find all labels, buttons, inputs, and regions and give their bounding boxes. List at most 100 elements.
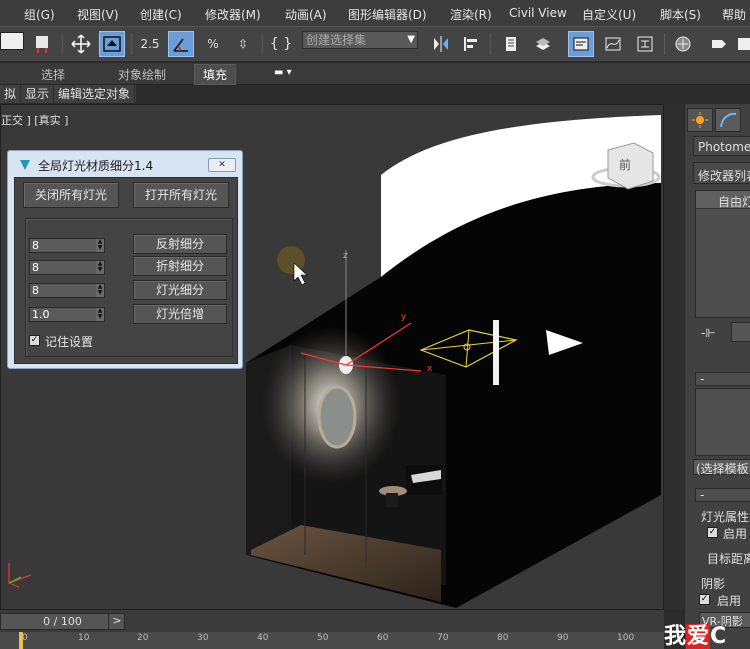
show-end-result-button[interactable] bbox=[731, 322, 750, 342]
subdivision-dialog[interactable]: 全局灯光材质细分1.4 ✕ 关闭所有灯光 打开所有灯光 8 ▲ ▼ 反射细分 8 ▲ ▼… bbox=[7, 150, 243, 369]
menu-display[interactable]: 显示 bbox=[21, 85, 55, 103]
menu-customize[interactable]: 自定义(U) bbox=[582, 6, 636, 23]
shadows-label: 阴影 bbox=[701, 577, 726, 591]
reflection-subdivs-button[interactable]: 反射细分 bbox=[133, 234, 227, 254]
modifier-list-dropdown[interactable]: 修改器列表 bbox=[698, 167, 750, 184]
remember-settings-checkbox[interactable]: ✓ bbox=[29, 335, 40, 346]
menu-group[interactable]: 组(G) bbox=[24, 6, 55, 23]
tick-label: 60 bbox=[377, 633, 389, 643]
watermark-char: 爱 bbox=[686, 624, 711, 649]
rollout-collapse[interactable]: - bbox=[700, 372, 704, 386]
menu-simulate[interactable]: 拟 bbox=[0, 85, 22, 103]
edit-named-selection-icon[interactable]: { } bbox=[268, 31, 294, 57]
template-list[interactable] bbox=[695, 388, 750, 456]
max-logo-icon bbox=[20, 160, 30, 170]
tick-label: 30 bbox=[197, 633, 209, 643]
layer-explorer-icon[interactable] bbox=[498, 31, 524, 57]
schematic-view-icon[interactable] bbox=[632, 31, 658, 57]
spinner-arrows-icon[interactable]: ▲ ▼ bbox=[96, 261, 104, 274]
next-frame-button[interactable]: > bbox=[108, 613, 125, 630]
select-link-icon[interactable] bbox=[30, 31, 56, 57]
spinner-snap-icon[interactable]: ⇳ bbox=[230, 31, 256, 57]
dialog-body: 关闭所有灯光 打开所有灯光 8 ▲ ▼ 反射细分 8 ▲ ▼ 折射细分 8 ▲ ▼ 灯光细分… bbox=[14, 177, 238, 364]
light-multiplier-button[interactable]: 灯光倍增 bbox=[133, 304, 227, 324]
light-subdivs-value: 8 bbox=[32, 284, 39, 297]
menu-edit-selected[interactable]: 编辑选定对象 bbox=[54, 85, 136, 103]
viewcube-label: 前 bbox=[619, 157, 631, 172]
selection-filter-dropdown[interactable] bbox=[0, 32, 24, 50]
ribbon-tabs: 选择 对象绘制 填充 ▬ ▾ bbox=[0, 63, 750, 85]
menu-scripting[interactable]: 脚本(S) bbox=[660, 6, 701, 23]
angle-snap-icon[interactable] bbox=[168, 31, 194, 57]
tick-label: 80 bbox=[497, 633, 509, 643]
menu-civil-view[interactable]: Civil View bbox=[509, 6, 567, 20]
rendered-frame-icon[interactable] bbox=[732, 31, 750, 57]
tick-label: 40 bbox=[257, 633, 269, 643]
scene-explorer-icon[interactable] bbox=[568, 31, 594, 57]
tick-label: 10 bbox=[78, 633, 90, 643]
template-select-dropdown[interactable]: (选择模板) bbox=[696, 460, 750, 477]
move-icon[interactable] bbox=[68, 31, 94, 57]
menu-animation[interactable]: 动画(A) bbox=[285, 6, 327, 23]
tab-populate[interactable]: 填充 bbox=[194, 64, 237, 85]
close-all-lights-button[interactable]: 关闭所有灯光 bbox=[23, 182, 119, 208]
watermark-char: C bbox=[710, 624, 727, 649]
spinner-arrows-icon[interactable]: ▲ ▼ bbox=[96, 308, 104, 321]
watermark: 我爱C bbox=[664, 618, 726, 649]
watermark-char: 我 bbox=[664, 624, 687, 649]
light-multiplier-input[interactable]: 1.0 ▲ ▼ bbox=[29, 307, 105, 322]
percent-snap-icon[interactable]: % bbox=[200, 31, 226, 57]
open-all-lights-button[interactable]: 打开所有灯光 bbox=[133, 182, 229, 208]
refraction-subdivs-button[interactable]: 折射细分 bbox=[133, 256, 227, 276]
snap-toggle-icon[interactable]: 2.5 bbox=[137, 31, 163, 57]
remember-settings-label: 记住设置 bbox=[45, 335, 94, 349]
menu-create[interactable]: 创建(C) bbox=[140, 6, 182, 23]
shadow-enable-label: 启用 bbox=[717, 594, 742, 608]
shadow-enable-checkbox[interactable]: ✓ bbox=[699, 594, 710, 605]
spinner-arrows-icon[interactable]: ▲ ▼ bbox=[96, 239, 104, 252]
rollout-general-collapse[interactable]: - bbox=[700, 488, 704, 502]
menu-help[interactable]: 帮助 bbox=[722, 6, 746, 23]
ribbon-options-icon[interactable]: ▬ ▾ bbox=[274, 67, 298, 80]
reflection-subdivs-input[interactable]: 8 ▲ ▼ bbox=[29, 238, 105, 253]
axis-y-label: y bbox=[401, 312, 407, 322]
modify-arc-icon bbox=[720, 112, 737, 128]
menu-bar: 组(G) 视图(V) 创建(C) 修改器(M) 动画(A) 图形编辑器(D) 渲… bbox=[0, 0, 750, 26]
light-enable-checkbox[interactable]: ✓ bbox=[707, 527, 718, 538]
menu-graph-editors[interactable]: 图形编辑器(D) bbox=[348, 6, 427, 23]
tab-object-paint[interactable]: 对象绘制 bbox=[118, 66, 166, 83]
menu-view[interactable]: 视图(V) bbox=[77, 6, 119, 23]
modifier-stack-item[interactable]: 自由灯 bbox=[718, 193, 750, 210]
curve-editor-icon[interactable] bbox=[600, 31, 626, 57]
menu-rendering[interactable]: 渲染(R) bbox=[450, 6, 492, 23]
material-editor-icon[interactable] bbox=[670, 31, 696, 57]
named-selection-sets[interactable]: 创建选择集 ▼ bbox=[302, 31, 418, 49]
tick-label: 100 bbox=[617, 633, 635, 643]
object-name-field[interactable]: Photometri bbox=[698, 140, 750, 154]
chevron-down-icon: ▼ bbox=[407, 34, 415, 45]
light-subdivs-button[interactable]: 灯光细分 bbox=[133, 280, 227, 300]
tab-create[interactable] bbox=[687, 108, 713, 132]
render-setup-icon[interactable] bbox=[706, 31, 732, 57]
dialog-title: 全局灯光材质细分1.4 bbox=[38, 159, 154, 173]
selection-set-text: 创建选择集 bbox=[306, 33, 367, 47]
light-subdivs-input[interactable]: 8 ▲ ▼ bbox=[29, 283, 105, 298]
spinner-arrows-icon[interactable]: ▲ ▼ bbox=[96, 284, 104, 297]
tick-label: 50 bbox=[317, 633, 329, 643]
mirror-icon[interactable] bbox=[428, 31, 454, 57]
refraction-value: 8 bbox=[32, 261, 39, 274]
time-slider[interactable]: 0 / 100 bbox=[0, 613, 125, 630]
pin-stack-icon[interactable]: -⊩ bbox=[701, 326, 716, 340]
tab-selection[interactable]: 选择 bbox=[41, 66, 65, 83]
tab-modify[interactable] bbox=[715, 108, 741, 132]
select-and-place-icon[interactable] bbox=[99, 31, 125, 57]
refraction-subdivs-input[interactable]: 8 ▲ ▼ bbox=[29, 260, 105, 275]
reflection-value: 8 bbox=[32, 239, 39, 252]
align-icon[interactable] bbox=[458, 31, 484, 57]
layers-icon[interactable] bbox=[530, 31, 556, 57]
light-multiplier-value: 1.0 bbox=[32, 308, 50, 321]
viewport-right-gutter bbox=[664, 104, 684, 610]
menu-modifiers[interactable]: 修改器(M) bbox=[205, 6, 261, 23]
close-button[interactable]: ✕ bbox=[208, 158, 236, 172]
axis-x-label: x bbox=[427, 364, 433, 374]
